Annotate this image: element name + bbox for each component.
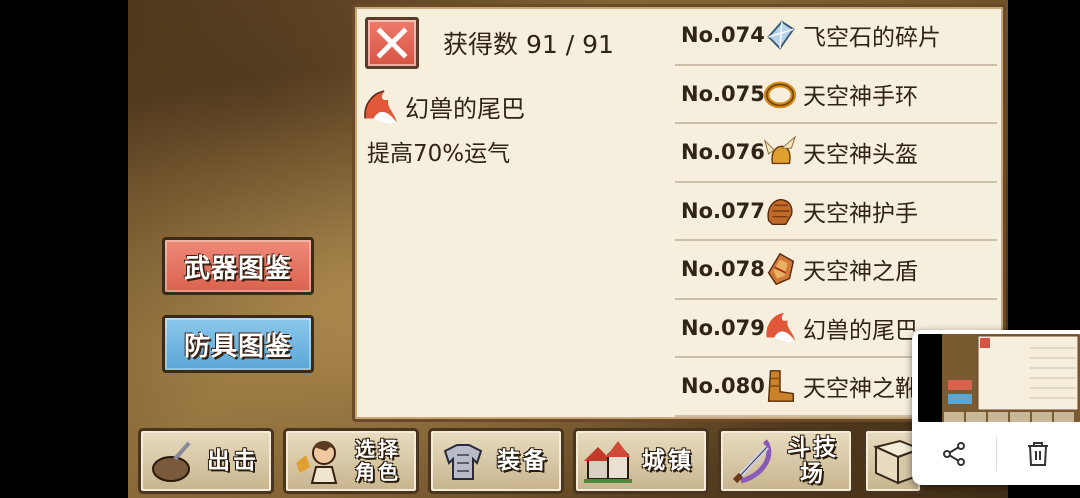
sortie-button[interactable]: 出击 [138,428,274,494]
item-name: 天空神之盾 [803,259,918,286]
selected-item-name: 幻兽的尾巴 [405,95,525,123]
list-item[interactable]: No.077 天空神护手 [675,183,997,241]
item-number: No.075 [681,81,765,106]
winged-helmet-icon [763,135,797,165]
town-label: 城镇 [642,447,694,474]
selected-item-description: 提高70%运气 [367,141,511,167]
delete-button[interactable] [997,426,1080,482]
share-icon [942,442,965,466]
equipment-label: 装备 [497,447,549,474]
obtained-count: 获得数 91 / 91 [443,30,614,59]
share-button[interactable] [912,426,996,482]
town-icon [584,441,632,483]
list-item[interactable]: No.078 天空神之盾 [675,241,997,300]
fox-tail-icon [766,312,796,342]
list-item[interactable]: No.075 天空神手环 [675,66,997,124]
sortie-label: 出击 [207,447,259,474]
item-number: No.080 [681,374,765,399]
item-name: 天空神头盔 [803,142,918,169]
select-character-line1: 选择 [355,437,401,461]
arena-button[interactable]: 斗技场 [718,428,854,494]
item-number: No.076 [681,140,765,165]
item-name: 天空神手环 [803,83,918,110]
arena-label: 斗技场 [787,434,839,487]
close-button[interactable] [365,17,419,69]
equipment-button[interactable]: 装备 [428,428,564,494]
trash-icon [1028,442,1049,466]
item-name: 幻兽的尾巴 [803,317,918,344]
gauntlet-icon [767,198,793,225]
item-name: 天空神护手 [803,200,918,227]
weapon-catalog-button[interactable]: 武器图鉴 [162,237,314,295]
armor-catalog-button[interactable]: 防具图鉴 [162,315,314,373]
screenshot-share-card [912,330,1080,485]
item-number: No.078 [681,257,765,282]
list-item[interactable]: No.074 飞空石的碎片 [675,7,997,66]
bracelet-icon [763,81,797,108]
boots-icon [767,370,795,403]
item-number: No.079 [681,315,765,340]
item-name: 飞空石的碎片 [803,25,941,52]
select-character-button[interactable]: 选择 角色 [283,428,419,494]
select-character-label: 选择 角色 [346,438,416,484]
fox-tail-icon [364,90,397,124]
item-number: No.074 [681,23,765,48]
sortie-icon [152,441,191,482]
shield-icon [767,253,795,286]
armor-icon [443,444,483,480]
catalog-panel: 获得数 91 / 91 幻兽的尾巴 提高70%运气 No.074 飞空石的碎片 … [352,4,1006,422]
item-name: 天空神之靴 [803,376,918,403]
list-item[interactable]: No.076 天空神头盔 [675,124,997,183]
screenshot-preview-image [918,334,1080,422]
share-actions [912,426,1080,482]
select-character-line2: 角色 [355,460,401,484]
item-number: No.077 [681,198,765,223]
character-icon [296,441,338,484]
game-background: 武器图鉴 防具图鉴 获得数 91 / 91 幻兽的尾巴 提高70%运气 No.0… [128,0,1008,498]
close-icon [376,27,408,59]
crystal-shard-icon [767,20,795,51]
town-button[interactable]: 城镇 [573,428,709,494]
screenshot-thumbnail[interactable] [918,334,1080,422]
sword-icon [732,439,772,484]
